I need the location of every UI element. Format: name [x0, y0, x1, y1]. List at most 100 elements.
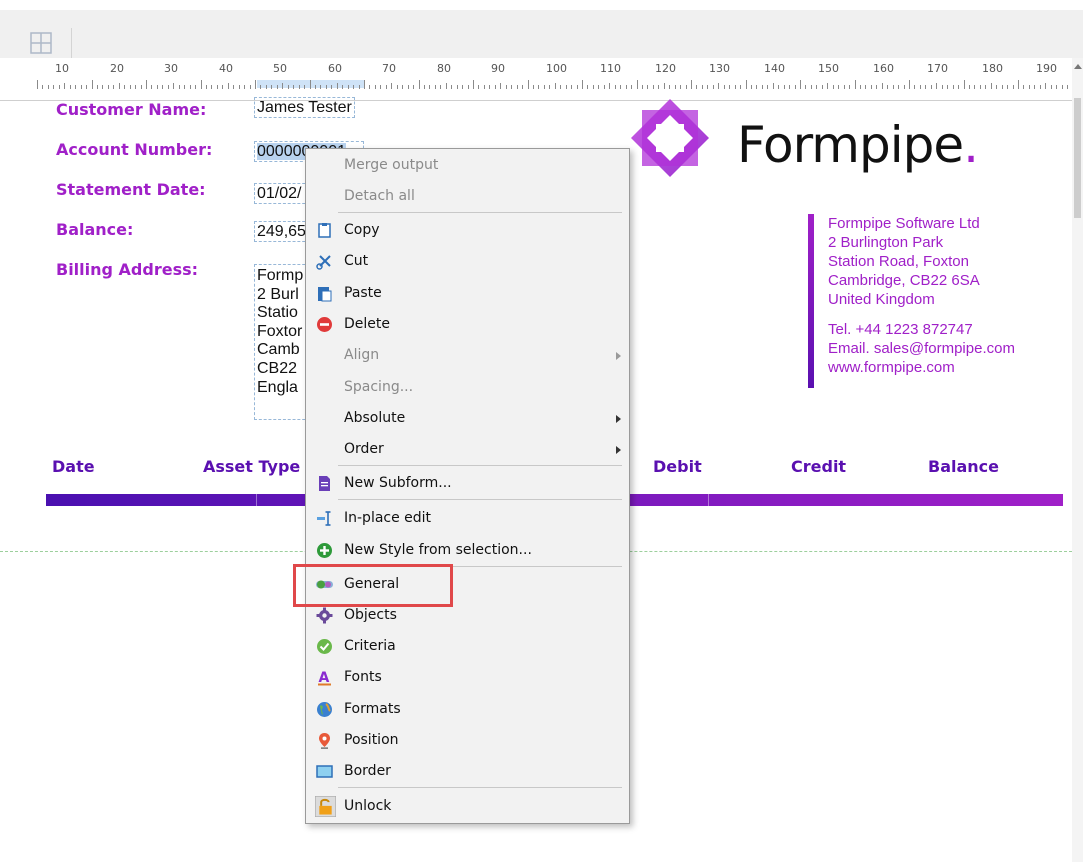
- menu-item-order[interactable]: Order: [306, 434, 629, 465]
- company-line: 2 Burlington Park: [828, 234, 944, 251]
- menu-item-fonts[interactable]: A Fonts: [306, 662, 629, 693]
- ruler-number: 20: [110, 62, 124, 75]
- menu-item-label: Paste: [344, 285, 382, 301]
- company-website: www.formpipe.com: [828, 359, 955, 376]
- ruler-number: 40: [219, 62, 233, 75]
- menu-item-label: Detach all: [344, 188, 415, 204]
- customer-name-label: Customer Name:: [56, 100, 207, 119]
- brand-text: Formpipe: [737, 116, 964, 174]
- scroll-thumb[interactable]: [1074, 98, 1081, 218]
- subform-icon: [319, 476, 330, 491]
- billing-address-field[interactable]: Formp 2 Burl Statio Foxtor Camb CB22 Eng…: [254, 264, 310, 420]
- company-address-block: Formpipe Software Ltd 2 Burlington Park …: [828, 214, 1015, 377]
- ruler-ticks: [37, 80, 1068, 89]
- check-badge-icon: [317, 639, 332, 654]
- menu-item-absolute[interactable]: Absolute: [306, 403, 629, 434]
- general-highlight-box: [293, 564, 453, 607]
- address-line: CB22: [257, 359, 298, 377]
- column-header-balance: Balance: [928, 457, 999, 476]
- column-divider: [256, 494, 257, 506]
- menu-item-unlock[interactable]: Unlock: [306, 791, 629, 822]
- menu-item-in-place-edit[interactable]: In-place edit: [306, 503, 629, 534]
- menu-item-label: Fonts: [344, 669, 382, 685]
- menu-item-detach-all[interactable]: Detach all: [306, 181, 629, 212]
- company-phone: Tel. +44 1223 872747: [828, 321, 973, 338]
- menu-separator: [338, 465, 622, 466]
- context-menu: Merge output Detach all Copy Cut Paste D…: [305, 148, 630, 824]
- menu-item-cut[interactable]: Cut: [306, 246, 629, 277]
- company-accent-bar: [808, 214, 814, 388]
- menu-item-position[interactable]: Position: [306, 725, 629, 756]
- globe-icon: [317, 702, 332, 717]
- menu-separator: [338, 499, 622, 500]
- menu-item-criteria[interactable]: Criteria: [306, 631, 629, 662]
- menu-item-label: Order: [344, 441, 384, 457]
- menu-item-label: New Style from selection...: [344, 542, 532, 558]
- menu-item-label: Formats: [344, 701, 401, 717]
- address-line: Camb: [257, 341, 300, 359]
- text-cursor-icon: [317, 511, 331, 526]
- font-icon: A: [318, 670, 331, 686]
- company-email: Email. sales@formpipe.com: [828, 340, 1015, 357]
- ruler-number: 120: [655, 62, 676, 75]
- submenu-arrow-icon: [616, 352, 621, 360]
- vertical-scrollbar[interactable]: [1072, 58, 1083, 862]
- submenu-arrow-icon: [616, 446, 621, 454]
- menu-item-label: Criteria: [344, 638, 396, 654]
- ruler: 10 20 30 40 50 60 70 80 90 100 110 120 130 140 150 160 1…: [0, 58, 1072, 101]
- customer-name-field[interactable]: James Tester: [254, 97, 355, 118]
- gear-icon: [316, 607, 333, 624]
- menu-item-border[interactable]: Border: [306, 756, 629, 787]
- menu-item-label: Border: [344, 763, 391, 779]
- address-line: 2 Burl: [257, 285, 299, 303]
- menu-item-formats[interactable]: Formats: [306, 694, 629, 725]
- ruler-number: 30: [164, 62, 178, 75]
- pin-icon: [319, 733, 330, 749]
- formpipe-logo-icon: [631, 99, 709, 177]
- menu-item-copy[interactable]: Copy: [306, 215, 629, 246]
- account-number-label: Account Number:: [56, 140, 213, 159]
- address-line: Engla: [257, 378, 298, 396]
- company-line: Cambridge, CB22 6SA: [828, 272, 980, 289]
- menu-item-label: Absolute: [344, 410, 406, 426]
- menu-item-label: Merge output: [344, 157, 439, 173]
- copy-icon: [318, 223, 331, 238]
- menu-item-new-style[interactable]: New Style from selection...: [306, 535, 629, 566]
- menu-item-paste[interactable]: Paste: [306, 278, 629, 309]
- menu-item-new-subform[interactable]: New Subform...: [306, 468, 629, 499]
- ruler-number: 150: [818, 62, 839, 75]
- company-gap: [828, 309, 1015, 320]
- statement-date-field[interactable]: 01/02/: [254, 183, 310, 204]
- ruler-number: 50: [273, 62, 287, 75]
- grid-icon[interactable]: [30, 32, 52, 54]
- add-icon: [317, 543, 332, 558]
- menu-item-label: In-place edit: [344, 510, 432, 526]
- menu-item-label: Align: [344, 347, 380, 363]
- toolbar-separator: [71, 28, 72, 58]
- company-line: Formpipe Software Ltd: [828, 215, 980, 232]
- menu-item-merge-output[interactable]: Merge output: [306, 150, 629, 181]
- ruler-number: 70: [382, 62, 396, 75]
- ruler-number: 140: [764, 62, 785, 75]
- ruler-number: 170: [927, 62, 948, 75]
- menu-item-spacing[interactable]: Spacing...: [306, 372, 629, 403]
- menu-item-align[interactable]: Align: [306, 340, 629, 371]
- balance-field[interactable]: 249,65: [254, 221, 310, 242]
- ruler-number: 10: [55, 62, 69, 75]
- submenu-arrow-icon: [616, 415, 621, 423]
- unlock-icon: [315, 796, 336, 817]
- column-header-asset-type: Asset Type: [203, 457, 301, 476]
- ruler-number: 160: [873, 62, 894, 75]
- balance-label: Balance:: [56, 220, 134, 239]
- company-line: Station Road, Foxton: [828, 253, 969, 270]
- menu-separator: [338, 787, 622, 788]
- menu-item-delete[interactable]: Delete: [306, 309, 629, 340]
- address-line: Foxtor: [257, 322, 303, 340]
- menu-separator: [338, 212, 622, 213]
- menu-item-label: Spacing...: [344, 379, 414, 395]
- scroll-up-icon[interactable]: [1074, 64, 1082, 69]
- menu-item-label: Delete: [344, 316, 390, 332]
- ruler-number: 180: [982, 62, 1003, 75]
- scissors-icon: [316, 255, 331, 270]
- ruler-number: 90: [491, 62, 505, 75]
